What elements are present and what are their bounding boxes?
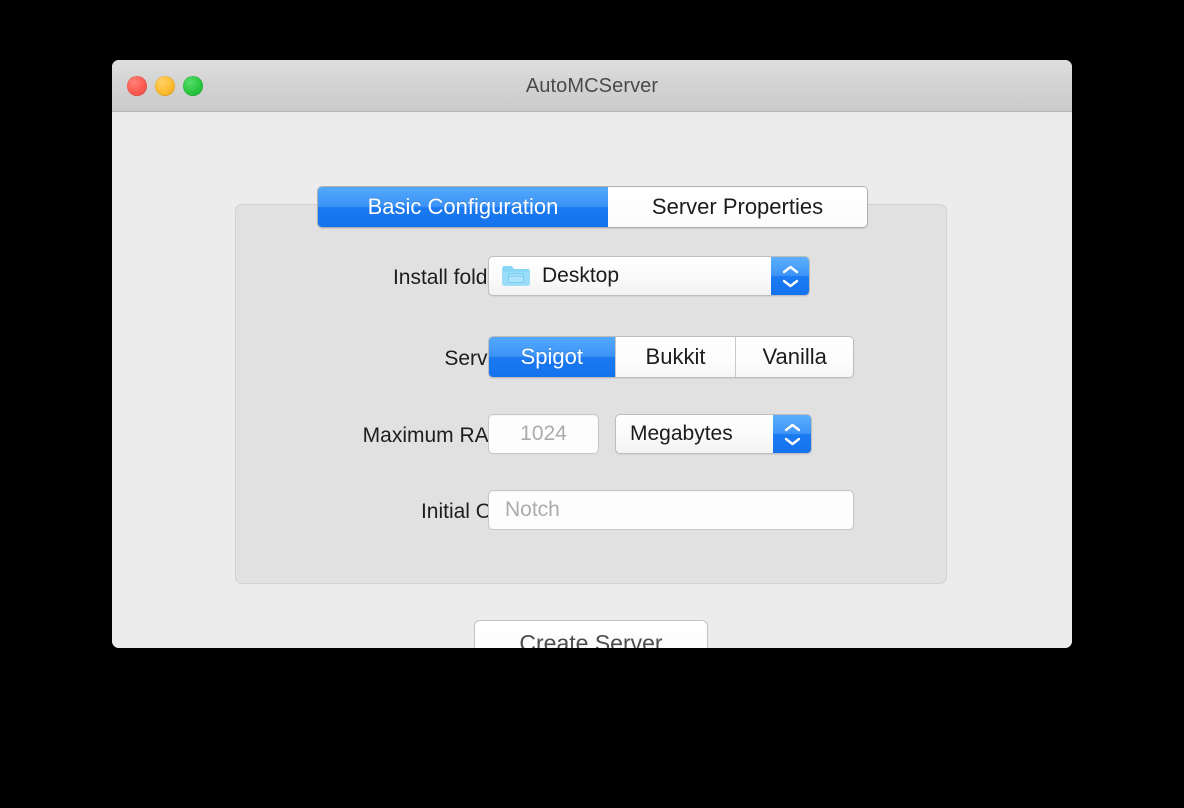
maximum-ram-input[interactable]: 1024	[488, 414, 599, 454]
chevron-up-icon	[784, 423, 800, 431]
server-label: Server:	[444, 347, 512, 370]
ram-unit-value: Megabytes	[630, 422, 733, 445]
install-folder-stepper[interactable]	[771, 257, 809, 295]
window-titlebar[interactable]: AutoMCServer	[112, 60, 1072, 112]
tab-bar: Basic Configuration Server Properties	[317, 186, 868, 228]
ram-unit-popup[interactable]: Megabytes	[615, 414, 812, 454]
create-server-button[interactable]: Create Server	[474, 620, 708, 648]
folder-icon	[501, 264, 531, 288]
chevron-up-icon	[782, 265, 798, 273]
tab-server-properties[interactable]: Server Properties	[608, 187, 867, 227]
app-window: AutoMCServer Basic Configuration Server …	[112, 60, 1072, 648]
window-content: Basic Configuration Server Properties In…	[112, 112, 1072, 648]
ram-unit-stepper[interactable]	[773, 415, 811, 453]
install-folder-popup[interactable]: Desktop	[488, 256, 810, 296]
tab-basic-configuration[interactable]: Basic Configuration	[318, 187, 608, 227]
install-folder-label: Install folder:	[392, 266, 512, 289]
segment-bukkit[interactable]: Bukkit	[615, 337, 736, 377]
initial-op-input[interactable]: Notch	[488, 490, 854, 530]
install-folder-value: Desktop	[542, 264, 620, 287]
server-segmented-control: Spigot Bukkit Vanilla	[488, 336, 854, 378]
install-folder-value-wrap: Desktop	[489, 264, 771, 288]
window-title: AutoMCServer	[525, 75, 659, 97]
maximum-ram-label: Maximum RAM:	[362, 424, 512, 447]
initial-op-label: Initial OP:	[420, 500, 512, 523]
chevron-down-icon	[782, 279, 798, 287]
segment-vanilla[interactable]: Vanilla	[736, 337, 853, 377]
chevron-down-icon	[784, 437, 800, 445]
segment-spigot[interactable]: Spigot	[489, 337, 615, 377]
